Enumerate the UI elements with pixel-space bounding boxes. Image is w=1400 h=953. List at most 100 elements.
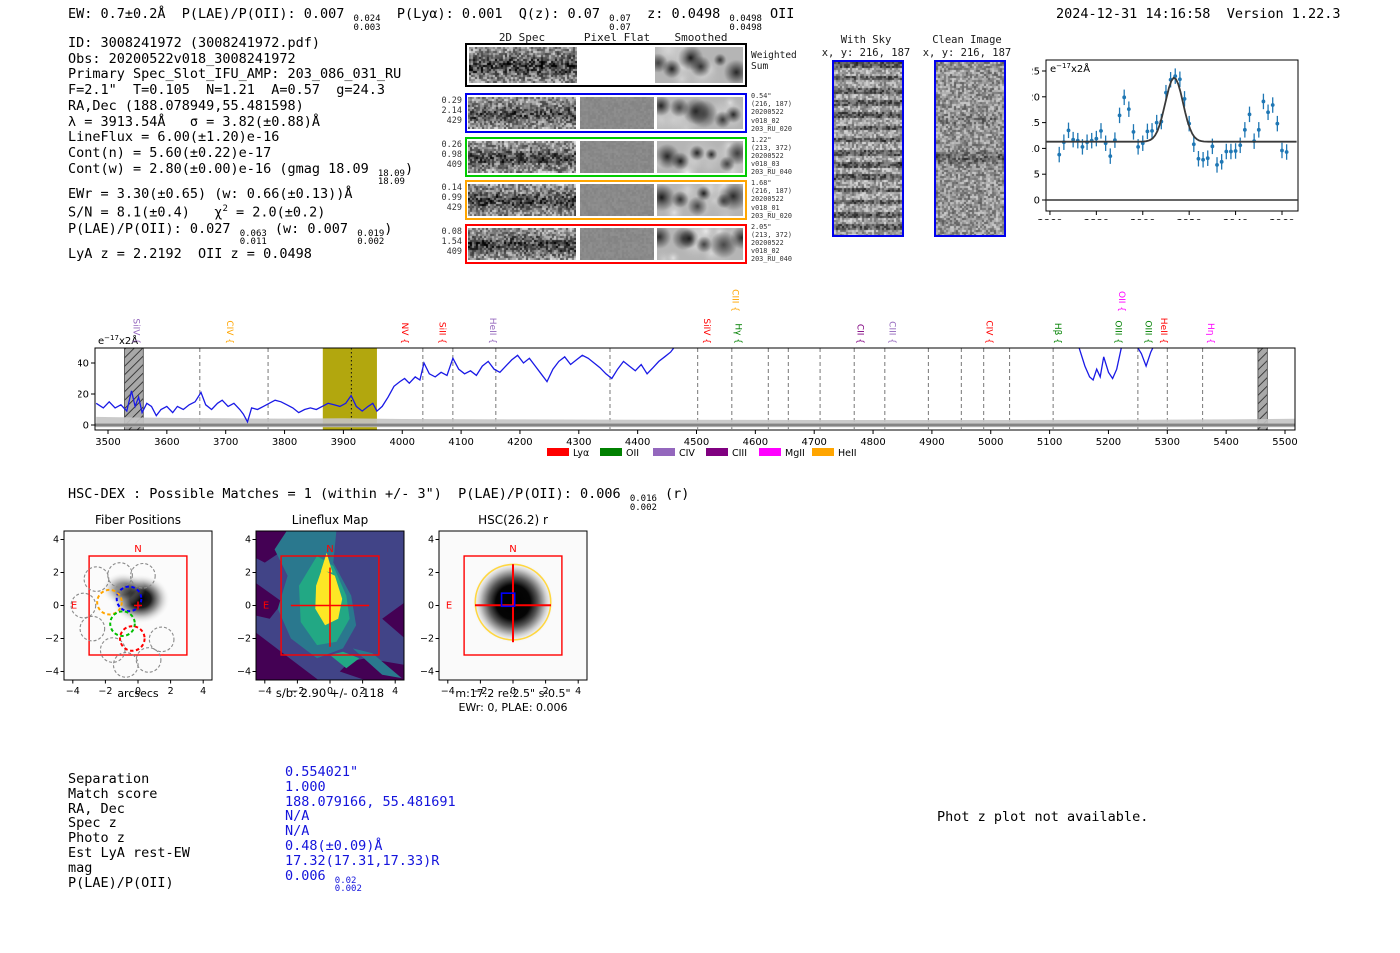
info-line-9: EWr = 3.30(±0.65) (w: 0.66(±0.13))Å	[68, 187, 413, 203]
row-smoothed-image	[657, 97, 743, 129]
fit-data-point	[1201, 158, 1205, 162]
summary-stacked-fraction: 0.070.07	[608, 15, 631, 32]
summary-frac-lower: 0.003	[353, 24, 380, 33]
fiber-panel-ytick-label: −4	[46, 667, 59, 678]
row-annotation-line: 0.54"	[751, 92, 805, 100]
clean-image-coords: x, y: 216, 187	[923, 47, 1012, 59]
row-weight-value: 0.99	[436, 193, 462, 203]
legend-swatch-HeII	[812, 448, 834, 456]
row-2d-spec-image	[468, 141, 576, 173]
info-line-0-text: ID: 3008241972 (3008241972.pdf)	[68, 35, 320, 51]
lineflux-panel-xlabel: s/b: 2.90 +/- 0.118	[276, 686, 384, 700]
row-annotation-line: 20200522	[751, 108, 805, 116]
fit-ytick-label: 20	[1032, 92, 1040, 103]
info-line-3: F=2.1" T=0.105 N=1.21 A=0.57 g=24.3	[68, 83, 413, 99]
with-sky-cutout	[832, 60, 904, 237]
report-version: Version 1.22.3	[1227, 6, 1341, 22]
emission-line-label-SiII: SiII {	[436, 322, 446, 344]
line-fit-chart: 3860388039003920394039600510152025e−17x2…	[1032, 50, 1304, 224]
clean-image-cutout	[934, 60, 1006, 237]
info-line-6-text: LineFlux = 6.00(±1.20)e-16	[68, 129, 279, 145]
info-line-11-text: )	[384, 221, 392, 237]
row-annotation-line: 203_RU_040	[751, 168, 805, 176]
hsc-panel-compass-north: N	[509, 544, 516, 555]
legend-label-HeII: HeII	[838, 448, 857, 459]
legend-label-Lyα: Lyα	[573, 448, 589, 459]
match-table-values: 0.554021"1.000188.079166, 55.481691N/AN/…	[285, 765, 456, 894]
match-value-5-text: 0.48(±0.09)Å	[285, 838, 383, 854]
row-weight-value: 2.14	[436, 106, 462, 116]
match-label-2: RA, Dec	[68, 802, 190, 817]
fiber-panel-xtick-label: 2	[168, 686, 174, 697]
spectrum-xtick-label: 4400	[625, 437, 650, 448]
hsc-panel-ytick-label: −4	[421, 667, 434, 678]
summary-text: z: 0.0498	[631, 6, 729, 22]
match-label-1: Match score	[68, 787, 190, 802]
spectrum-xtick-label: 5000	[978, 437, 1003, 448]
match-value-2: 188.079166, 55.481691	[285, 795, 456, 810]
fiber-positions-panel: Fiber PositionsNE−4−4−2−2002244arcsecs	[46, 512, 236, 731]
hsc-panel-ytick-label: 0	[428, 601, 434, 612]
row-smoothed-image	[657, 184, 743, 216]
fit-ytick-label: 5	[1034, 170, 1040, 181]
info-line-6: LineFlux = 6.00(±1.20)e-16	[68, 130, 413, 146]
spectrum-xtick-label: 4900	[919, 437, 944, 448]
spectrum-xtick-label: 4800	[860, 437, 885, 448]
fiber-panel-xtick-label: −4	[66, 686, 80, 697]
fit-data-point	[1094, 137, 1098, 141]
row-annotation-line: 203_RU_020	[751, 212, 805, 220]
summary-header: EW: 0.7±0.2Å P(LAE)/P(OII): 0.007 0.0240…	[68, 6, 794, 32]
hsc-dex-summary: HSC-DEX : Possible Matches = 1 (within +…	[68, 486, 689, 512]
spectrum-xtick-label: 3900	[331, 437, 356, 448]
fit-data-point	[1280, 149, 1284, 153]
spectrum-chart: 3500360037003800390040004100420043004400…	[78, 268, 1308, 474]
row-weights-2: 0.140.99429	[436, 183, 462, 213]
spectrum-xtick-label: 3800	[272, 437, 297, 448]
row-annotation-line: 203_RU_020	[751, 125, 805, 133]
row-annotation-0: 0.54"(216, 187)20200522v018_02203_RU_020	[751, 92, 805, 133]
fiber-cutout-row-2	[465, 180, 747, 220]
match-label-0: Separation	[68, 772, 190, 787]
fit-data-point	[1257, 128, 1261, 132]
info-line-8-stacked-fraction: 18.0918.09	[377, 170, 405, 187]
header-spacer	[1210, 6, 1226, 22]
info-line-11-stacked-fraction: 0.0190.002	[356, 230, 384, 247]
fiber-panel-content: NE	[64, 531, 212, 680]
match-value-3: N/A	[285, 809, 456, 824]
fit-data-point	[1057, 153, 1061, 157]
hsc-cutout-panel: HSC(26.2) rNE−4−4−2−2002244m:17.2 re:2.5…	[421, 512, 611, 731]
match-value-6: 17.32(17.31,17.33)R	[285, 854, 456, 869]
match-value-7-text: 0.006	[285, 868, 334, 884]
row-annotation-line: 1.68"	[751, 179, 805, 187]
info-line-0: ID: 3008241972 (3008241972.pdf)	[68, 36, 413, 52]
info-line-7-text: Cont(n) = 5.60(±0.22)e-17	[68, 145, 271, 161]
fit-ytick-label: 10	[1032, 144, 1040, 155]
hsc-panel-ytick-label: 4	[428, 535, 434, 546]
legend-swatch-CIV	[653, 448, 675, 456]
spectrum-xtick-label: 4500	[684, 437, 709, 448]
row-annotation-line: v018_02	[751, 117, 805, 125]
fit-data-point	[1215, 163, 1219, 167]
legend-swatch-MgII	[759, 448, 781, 456]
row-pixel-flat-image	[580, 141, 654, 173]
row-annotation-line: 20200522	[751, 195, 805, 203]
fit-data-point	[1285, 150, 1289, 154]
info-line-9-text: EWr = 3.30(±0.65) (w: 0.66(±0.13))Å	[68, 186, 352, 202]
row-annotation-line: 20200522	[751, 239, 805, 247]
info-line-5: λ = 3913.54Å σ = 3.82(±0.88)Å	[68, 115, 413, 131]
info-line-11-stacked-fraction: 0.0630.011	[239, 230, 267, 247]
row-2d-spec-image	[468, 97, 576, 129]
hsc-panel-ytick-label: 2	[428, 568, 434, 579]
weighted-sum-row	[465, 43, 747, 87]
emission-line-label-OII: OII {	[1116, 291, 1126, 312]
clean-image-title-text: Clean Image	[932, 34, 1002, 46]
fit-data-point	[1136, 145, 1140, 149]
clean-image-title: Clean Imagex, y: 216, 187	[917, 34, 1017, 59]
spectrum-xtick-label: 4100	[448, 437, 473, 448]
match-value-2-text: 188.079166, 55.481691	[285, 794, 456, 810]
emission-line-label-Hη: Hη {	[1205, 323, 1215, 344]
legend-label-CIII: CIII	[732, 448, 747, 459]
match-value-0-text: 0.554021"	[285, 764, 358, 780]
row-weight-value: 1.54	[436, 237, 462, 247]
fit-xtick-label: 3900	[1130, 218, 1155, 220]
